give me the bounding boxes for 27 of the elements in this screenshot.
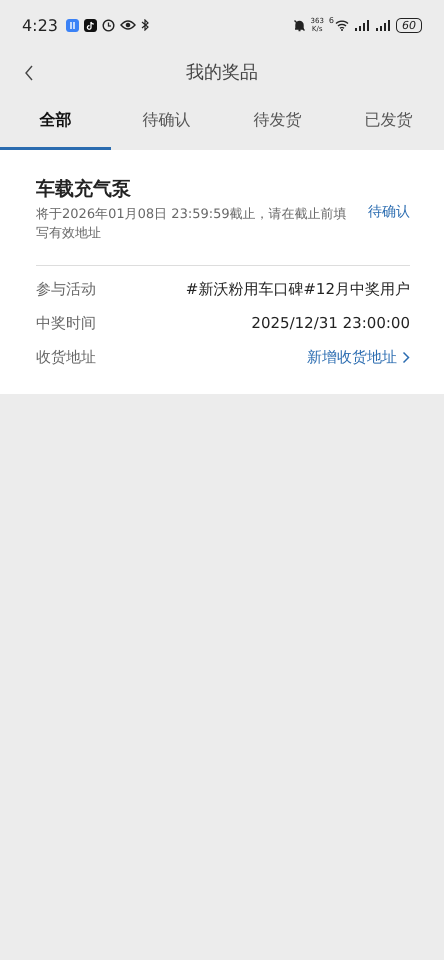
back-icon xyxy=(24,65,34,81)
tab[interactable]: 待确认 xyxy=(111,94,222,150)
music-note-icon xyxy=(84,18,97,32)
muted-bell-icon xyxy=(292,18,306,32)
eye-icon xyxy=(120,19,136,31)
tab[interactable]: 待发货 xyxy=(222,94,333,150)
battery-level: 60 xyxy=(396,18,422,32)
row-value: #新沃粉用车口碑#12月中奖用户 xyxy=(186,280,410,298)
status-time: 4:23 xyxy=(22,16,58,34)
wifi-icon xyxy=(335,19,349,31)
app-badge-icon xyxy=(66,18,79,32)
prize-status: 待确认 xyxy=(368,203,410,221)
clock-icon xyxy=(102,18,115,32)
bluetooth-icon xyxy=(140,19,149,31)
network-type: 6 xyxy=(328,16,334,25)
signal-icon xyxy=(375,19,391,31)
chevron-icon xyxy=(402,350,410,364)
signal-icon xyxy=(354,19,370,31)
row-label: 中奖时间 xyxy=(36,314,96,332)
row-label: 参与活动 xyxy=(36,280,96,298)
page-title: 我的奖品 xyxy=(186,61,258,84)
tab[interactable]: 已发货 xyxy=(333,94,444,150)
row-value: 2025/12/31 23:00:00 xyxy=(251,314,410,332)
row-label: 收货地址 xyxy=(36,348,96,366)
add-address-link[interactable]: 新增收货地址 xyxy=(307,348,410,366)
deadline-text: 将于2026年01月08日 23:59:59截止，请在截止前填写有效地址 xyxy=(36,206,348,243)
prize-name: 车载充气泵 xyxy=(36,177,132,202)
